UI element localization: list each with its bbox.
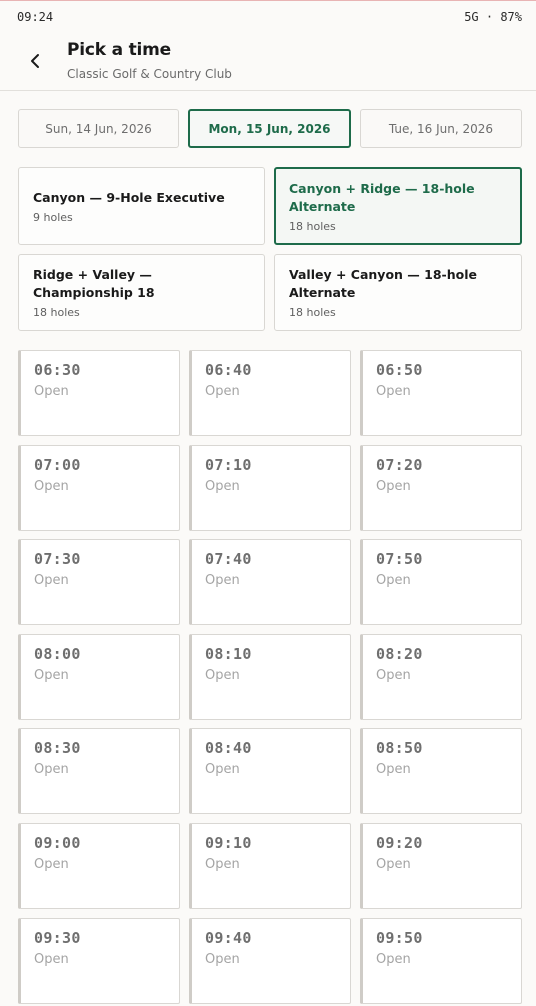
tee-time-grid: 06:30 Open 06:40 Open 06:50 Open 07:00 Open … xyxy=(18,350,522,1004)
date-selector: Sun, 14 Jun, 2026 Mon, 15 Jun, 2026 Tue,… xyxy=(18,109,522,148)
slot-status: Open xyxy=(34,856,69,872)
course-name: Valley + Canyon — 18-hole Alternate xyxy=(289,267,477,300)
date-tab[interactable]: Sun, 14 Jun, 2026 xyxy=(18,109,179,148)
slot-time: 08:20 xyxy=(376,644,423,663)
course-name: Ridge + Valley — Championship 18 xyxy=(33,267,155,300)
tee-time-slot[interactable]: 08:00 Open xyxy=(18,633,180,720)
tee-time-slot[interactable]: 08:40 Open xyxy=(189,728,351,815)
slot-time: 08:30 xyxy=(34,739,81,758)
tee-time-slot[interactable]: 09:30 Open xyxy=(18,917,180,1004)
course-option-selected[interactable]: Canyon + Ridge — 18-hole Alternate 18 ho… xyxy=(274,167,522,245)
tee-time-slot[interactable]: 08:50 Open xyxy=(360,728,522,815)
course-selector: Canyon — 9-Hole Executive 9 holes Canyon… xyxy=(18,167,522,331)
slot-time: 08:40 xyxy=(205,739,252,758)
back-button[interactable] xyxy=(22,48,48,74)
slot-status: Open xyxy=(376,762,411,778)
slot-time: 09:10 xyxy=(205,833,252,852)
status-bar: 09:24 5G · 87% xyxy=(0,0,536,34)
course-option[interactable]: Canyon — 9-Hole Executive 9 holes xyxy=(18,167,265,245)
slot-status: Open xyxy=(376,384,411,399)
slot-status: Open xyxy=(376,667,411,683)
tee-time-slot[interactable]: 07:30 Open xyxy=(18,539,180,626)
slot-status: Open xyxy=(34,667,69,683)
course-holes: 9 holes xyxy=(33,210,73,224)
slot-status: Open xyxy=(34,384,69,399)
slot-status: Open xyxy=(205,762,240,778)
slot-status: Open xyxy=(205,573,240,589)
tee-time-slot[interactable]: 09:10 Open xyxy=(189,822,351,909)
club-name: Classic Golf & Country Club xyxy=(67,67,232,81)
slot-time: 06:30 xyxy=(34,361,81,379)
slot-status: Open xyxy=(34,573,69,589)
slot-status: Open xyxy=(376,951,411,967)
slot-time: 08:50 xyxy=(376,739,423,758)
tee-time-slot[interactable]: 09:40 Open xyxy=(189,917,351,1004)
slot-status: Open xyxy=(376,856,411,872)
chevron-left-icon xyxy=(31,54,39,68)
slot-status: Open xyxy=(205,951,240,967)
tee-time-slot[interactable]: 09:50 Open xyxy=(360,917,522,1004)
slot-time: 07:00 xyxy=(34,455,81,474)
course-holes: 18 holes xyxy=(289,306,336,319)
course-holes: 18 holes xyxy=(289,219,336,233)
slot-status: Open xyxy=(34,478,69,494)
slot-time: 09:20 xyxy=(376,833,423,852)
status-time: 09:24 xyxy=(17,10,54,24)
slot-time: 09:30 xyxy=(34,928,81,947)
slot-status: Open xyxy=(376,478,411,494)
date-tab[interactable]: Tue, 16 Jun, 2026 xyxy=(360,109,522,148)
tee-time-slot[interactable]: 07:20 Open xyxy=(360,444,522,531)
slot-time: 07:50 xyxy=(376,550,423,569)
course-option[interactable]: Valley + Canyon — 18-hole Alternate 18 h… xyxy=(274,254,522,331)
tee-time-slot[interactable]: 06:50 Open xyxy=(360,350,522,436)
slot-time: 07:40 xyxy=(205,550,252,569)
slot-status: Open xyxy=(34,951,69,967)
slot-status: Open xyxy=(34,762,69,778)
tee-time-slot[interactable]: 09:20 Open xyxy=(360,822,522,909)
slot-time: 06:50 xyxy=(376,361,423,379)
slot-time: 09:50 xyxy=(376,928,423,947)
tee-time-slot[interactable]: 07:00 Open xyxy=(18,444,180,531)
slot-status: Open xyxy=(205,667,240,683)
tee-time-slot[interactable]: 06:40 Open xyxy=(189,350,351,436)
tee-time-slot[interactable]: 08:30 Open xyxy=(18,728,180,815)
page-title: Pick a time xyxy=(67,40,171,60)
slot-status: Open xyxy=(205,478,240,494)
page-header: Pick a time Classic Golf & Country Club xyxy=(0,34,536,91)
slot-time: 08:10 xyxy=(205,644,252,663)
slot-time: 07:20 xyxy=(376,455,423,474)
tee-time-slot[interactable]: 07:40 Open xyxy=(189,539,351,626)
slot-time: 09:40 xyxy=(205,928,252,947)
slot-status: Open xyxy=(205,856,240,872)
course-holes: 18 holes xyxy=(33,306,80,319)
tee-time-slot[interactable]: 08:10 Open xyxy=(189,633,351,720)
tee-time-slot[interactable]: 07:10 Open xyxy=(189,444,351,531)
date-tab-selected[interactable]: Mon, 15 Jun, 2026 xyxy=(188,109,351,148)
slot-time: 09:00 xyxy=(34,833,81,852)
status-network-battery: 5G · 87% xyxy=(464,10,522,24)
slot-status: Open xyxy=(376,573,411,589)
tee-time-slot[interactable]: 06:30 Open xyxy=(18,350,180,436)
slot-time: 07:10 xyxy=(205,455,252,474)
tee-time-slot[interactable]: 08:20 Open xyxy=(360,633,522,720)
course-name: Canyon + Ridge — 18-hole Alternate xyxy=(289,180,475,214)
course-name: Canyon — 9-Hole Executive xyxy=(33,189,225,205)
tee-time-slot[interactable]: 07:50 Open xyxy=(360,539,522,626)
tee-time-slot[interactable]: 09:00 Open xyxy=(18,822,180,909)
slot-status: Open xyxy=(205,384,240,399)
slot-time: 08:00 xyxy=(34,644,81,663)
slot-time: 06:40 xyxy=(205,361,252,379)
slot-time: 07:30 xyxy=(34,550,81,569)
course-option[interactable]: Ridge + Valley — Championship 18 18 hole… xyxy=(18,254,265,331)
